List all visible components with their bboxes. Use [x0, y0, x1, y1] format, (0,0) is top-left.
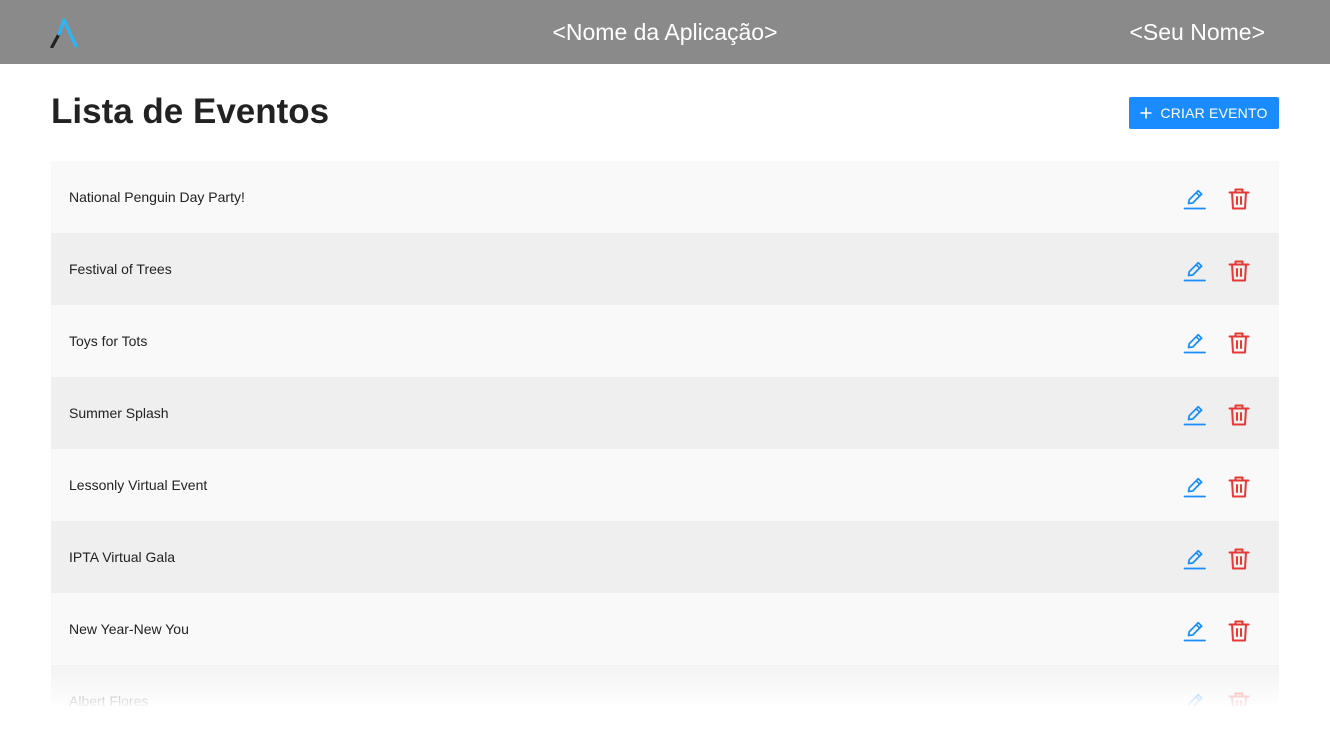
event-name: Summer Splash [69, 405, 169, 421]
list-item[interactable]: Lessonly Virtual Event [51, 449, 1279, 521]
event-name: Albert Flores [69, 693, 149, 706]
pencil-icon[interactable] [1182, 259, 1206, 283]
trash-icon[interactable] [1227, 187, 1251, 211]
event-name: Lessonly Virtual Event [69, 477, 208, 493]
list-item[interactable]: Albert Flores [51, 665, 1279, 706]
create-event-label: CRIAR EVENTO [1160, 105, 1268, 121]
trash-icon[interactable] [1227, 403, 1251, 427]
trash-icon[interactable] [1227, 547, 1251, 571]
trash-icon[interactable] [1227, 475, 1251, 499]
trash-icon[interactable] [1227, 259, 1251, 283]
pencil-icon[interactable] [1182, 619, 1206, 643]
pencil-icon[interactable] [1182, 331, 1206, 355]
trash-icon[interactable] [1227, 331, 1251, 355]
event-name: Toys for Tots [69, 333, 148, 349]
event-list: National Penguin Day Party! Festival of T… [51, 161, 1279, 706]
list-item[interactable]: Toys for Tots [51, 305, 1279, 377]
create-event-button[interactable]: CRIAR EVENTO [1129, 97, 1279, 129]
top-bar: <Nome da Aplicação> <Seu Nome> [0, 0, 1330, 64]
event-name: IPTA Virtual Gala [69, 549, 176, 565]
list-item[interactable]: IPTA Virtual Gala [51, 521, 1279, 593]
page-title: Lista de Eventos [51, 92, 330, 131]
list-item[interactable]: Summer Splash [51, 377, 1279, 449]
pencil-icon[interactable] [1182, 403, 1206, 427]
event-name: National Penguin Day Party! [69, 189, 245, 205]
pencil-icon[interactable] [1182, 187, 1206, 211]
pencil-icon[interactable] [1182, 691, 1206, 706]
pencil-icon[interactable] [1182, 475, 1206, 499]
trash-icon[interactable] [1227, 619, 1251, 643]
event-name: New Year-New You [69, 621, 189, 637]
plus-icon [1140, 107, 1152, 119]
trash-icon[interactable] [1227, 691, 1251, 706]
list-item[interactable]: New Year-New You [51, 593, 1279, 665]
pencil-icon[interactable] [1182, 547, 1206, 571]
user-name[interactable]: <Seu Nome> [1129, 17, 1265, 47]
list-item[interactable]: National Penguin Day Party! [51, 161, 1279, 233]
event-name: Festival of Trees [69, 261, 172, 277]
list-item[interactable]: Festival of Trees [51, 233, 1279, 305]
